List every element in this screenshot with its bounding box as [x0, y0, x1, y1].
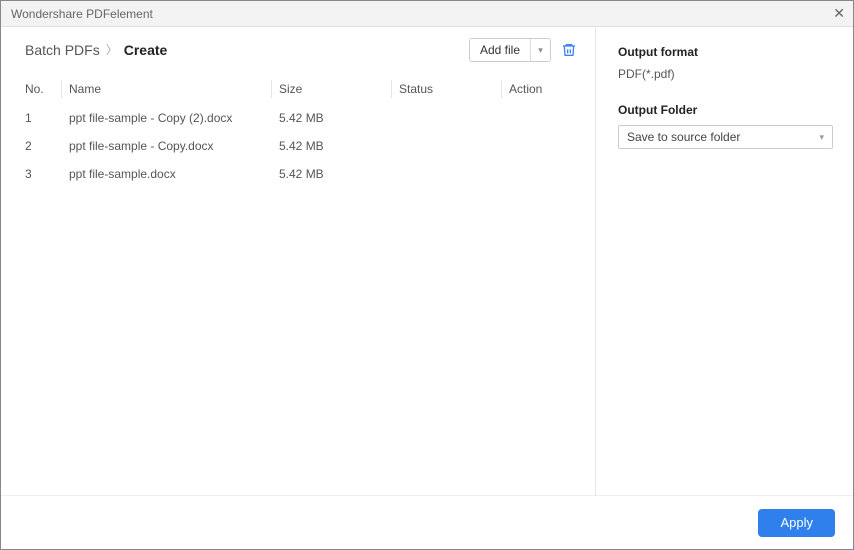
table-row[interactable]: 2 ppt file-sample - Copy.docx 5.42 MB — [1, 132, 595, 160]
output-folder-select[interactable]: Save to source folder ▾ — [618, 125, 833, 149]
cell-action — [501, 104, 595, 132]
output-format-value: PDF(*.pdf) — [618, 67, 833, 81]
col-no: No. — [1, 74, 61, 104]
footer: Apply — [1, 495, 853, 549]
cell-status — [391, 104, 501, 132]
cell-no: 1 — [1, 104, 61, 132]
cell-action — [501, 132, 595, 160]
cell-no: 2 — [1, 132, 61, 160]
cell-size: 5.42 MB — [271, 132, 391, 160]
col-status: Status — [391, 74, 501, 104]
window-title: Wondershare PDFelement — [11, 7, 153, 21]
output-folder-label: Output Folder — [618, 103, 833, 117]
chevron-down-icon: ▾ — [538, 45, 543, 56]
right-panel: Output format PDF(*.pdf) Output Folder S… — [596, 27, 853, 495]
table-row[interactable]: 3 ppt file-sample.docx 5.42 MB — [1, 160, 595, 188]
trash-icon — [561, 42, 577, 58]
cell-name: ppt file-sample - Copy.docx — [61, 132, 271, 160]
cell-size: 5.42 MB — [271, 104, 391, 132]
cell-size: 5.42 MB — [271, 160, 391, 188]
add-file-dropdown[interactable]: ▾ — [530, 39, 550, 61]
output-folder-value: Save to source folder — [627, 130, 740, 144]
chevron-down-icon: ▾ — [819, 132, 824, 143]
content: Batch PDFs 〉 Create Add file ▾ No. — [1, 27, 853, 495]
cell-status — [391, 160, 501, 188]
breadcrumb-parent[interactable]: Batch PDFs — [25, 42, 100, 58]
left-panel: Batch PDFs 〉 Create Add file ▾ No. — [1, 27, 596, 495]
table-header-row: No. Name Size Status Action — [1, 74, 595, 104]
output-format-label: Output format — [618, 45, 833, 59]
apply-button[interactable]: Apply — [758, 509, 835, 537]
cell-name: ppt file-sample.docx — [61, 160, 271, 188]
col-action: Action — [501, 74, 595, 104]
breadcrumb-current: Create — [124, 42, 168, 58]
add-file-split-button: Add file ▾ — [469, 38, 551, 62]
add-file-button[interactable]: Add file — [470, 39, 530, 61]
file-table: No. Name Size Status Action 1 ppt file-s… — [1, 74, 595, 188]
cell-no: 3 — [1, 160, 61, 188]
cell-name: ppt file-sample - Copy (2).docx — [61, 104, 271, 132]
col-name: Name — [61, 74, 271, 104]
delete-button[interactable] — [561, 42, 577, 58]
cell-status — [391, 132, 501, 160]
cell-action — [501, 160, 595, 188]
close-icon[interactable]: ✕ — [833, 5, 845, 22]
titlebar: Wondershare PDFelement ✕ — [1, 1, 853, 27]
table-row[interactable]: 1 ppt file-sample - Copy (2).docx 5.42 M… — [1, 104, 595, 132]
chevron-right-icon: 〉 — [106, 41, 118, 58]
col-size: Size — [271, 74, 391, 104]
